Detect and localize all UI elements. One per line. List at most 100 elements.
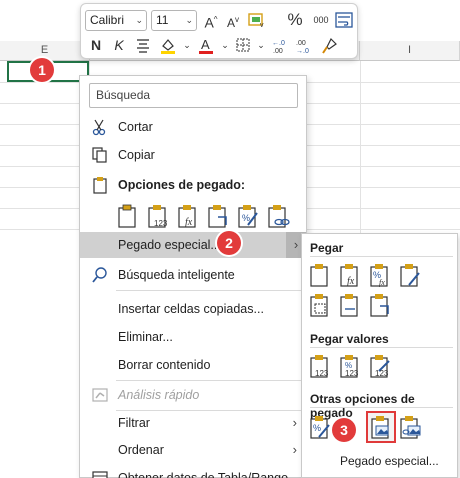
divider [116,380,304,381]
linked-picture-icon[interactable] [398,414,422,440]
fill-color-icon[interactable] [158,35,178,55]
paste-formatting-icon[interactable]: % [308,414,332,440]
menu-item-label: Obtener datos de Tabla/Rango... [118,471,299,478]
column-header-i[interactable]: I [360,41,460,61]
italic-button[interactable]: K [109,35,129,55]
chevron-down-icon[interactable]: ⌄ [177,35,197,55]
align-icon[interactable] [133,35,153,55]
font-size-select[interactable]: 11 ⌄ [151,10,197,31]
paste-picture-icon[interactable] [369,414,393,440]
increase-decimal-icon[interactable]: ←.0.00 [271,35,291,55]
decrease-font-size-icon[interactable]: Av [223,10,243,30]
quick-analysis-icon [91,386,109,404]
chevron-down-icon[interactable]: ⌄ [251,35,271,55]
svg-text:123: 123 [315,369,329,378]
svg-text:→.0: →.0 [296,48,309,55]
svg-text:123: 123 [375,369,389,378]
svg-text:.00: .00 [296,40,306,47]
menu-item-label: Eliminar... [118,330,173,344]
menu-item-label: Cortar [118,120,153,134]
keep-source-formatting-icon[interactable] [398,262,422,288]
lookup-icon [91,266,109,284]
menu-item-smart-lookup[interactable]: Búsqueda inteligente [80,262,306,288]
step-badge-3: 3 [332,418,356,442]
context-menu: Búsqueda Cortar Copiar Opciones de pegad… [79,75,307,478]
svg-text:%: % [313,423,321,433]
chevron-down-icon: ⌄ [135,15,143,25]
percent-icon[interactable]: % [285,10,305,30]
values-icon[interactable]: 123 [308,353,332,379]
svg-text:%: % [242,213,250,223]
divider [310,347,453,348]
svg-text:A: A [201,37,210,52]
menu-item-label: Filtrar [118,416,150,430]
divider [116,290,304,291]
chevron-right-icon: › [292,415,297,430]
menu-item-sort[interactable]: Ordenar › [80,437,306,463]
step-badge-2: 2 [217,231,241,255]
menu-item-quick-analysis: Análisis rápido [80,382,306,408]
borders-icon[interactable] [233,35,253,55]
menu-item-insert-copied-cells[interactable]: Insertar celdas copiadas... [80,296,306,322]
chevron-right-icon: › [292,442,297,457]
decrease-decimal-icon[interactable]: .00 →.0 [295,35,315,55]
accounting-format-icon[interactable]: v [247,10,267,30]
paste-options-header: Opciones de pegado: [80,172,306,198]
menu-item-label: Análisis rápido [118,388,200,402]
font-color-icon[interactable]: A [196,35,216,55]
no-borders-icon[interactable] [308,292,332,318]
menu-item-copy[interactable]: Copiar [80,142,306,168]
values-source-formatting-icon[interactable]: 123 [368,353,392,379]
bold-button[interactable]: N [86,35,106,55]
paste-icon[interactable] [116,203,140,229]
paste-transpose-icon[interactable] [206,203,230,229]
table-icon [91,470,109,478]
paste-formulas-number-formatting-icon[interactable]: % fx [368,262,392,288]
copy-icon [91,146,109,164]
svg-text:←.0: ←.0 [272,40,285,47]
clipboard-icon [91,176,109,194]
format-painter-icon[interactable] [319,35,339,55]
svg-text:fx: fx [185,217,193,228]
menu-item-filter[interactable]: Filtrar › [80,410,306,436]
menu-item-label: Ordenar [118,443,164,457]
paste-link-icon[interactable] [266,203,290,229]
mini-toolbar: Calibri ⌄ 11 ⌄ A^ Av v % 000 N K ⌄ A ⌄ ⌄ ←… [80,3,358,59]
menu-item-paste-special[interactable]: Pegado especial... › [80,232,306,258]
menu-item-get-data[interactable]: Obtener datos de Tabla/Rango... [80,468,306,478]
paste-formulas-icon[interactable]: fx [338,262,362,288]
paste-options-row: 123 fx % [116,203,296,231]
paste-icon[interactable] [308,262,332,288]
wrap-text-icon[interactable] [334,10,354,30]
menu-item-label: Pegado especial... [118,238,221,252]
menu-item-delete[interactable]: Eliminar... [80,324,306,350]
divider [310,407,453,408]
paste-values-icon[interactable]: 123 [146,203,170,229]
paste-formatting-icon[interactable]: % [236,203,260,229]
font-name-select[interactable]: Calibri ⌄ [85,10,147,31]
chevron-down-icon[interactable]: ⌄ [215,35,235,55]
paste-formulas-icon[interactable]: fx [176,203,200,229]
menu-item-label: Borrar contenido [118,358,211,372]
submenu-section-title: Pegar valores [310,332,389,346]
menu-item-label: Opciones de pegado: [118,178,246,192]
submenu-section-title: Pegar [310,241,344,255]
paste-special-submenu: Pegar fx % fx Pegar valores 123 % 123 123 … [301,233,458,478]
keep-column-widths-icon[interactable] [338,292,362,318]
svg-text:123: 123 [345,369,359,378]
values-number-formatting-icon[interactable]: % 123 [338,353,362,379]
search-input[interactable]: Búsqueda [89,83,298,108]
increase-font-size-icon[interactable]: A^ [201,10,221,31]
step-badge-1: 1 [30,58,54,82]
svg-text:.00: .00 [273,48,283,55]
transpose-icon[interactable] [368,292,392,318]
menu-item-label: Búsqueda inteligente [118,268,235,282]
svg-text:fx: fx [347,276,355,287]
menu-item-clear-contents[interactable]: Borrar contenido [80,352,306,378]
svg-text:123: 123 [154,219,168,228]
paste-special-link[interactable]: Pegado especial... [340,454,439,468]
menu-item-label: Copiar [118,148,155,162]
menu-item-cut[interactable]: Cortar [80,114,306,140]
thousands-separator-icon[interactable]: 000 [309,10,333,30]
divider [310,256,453,257]
